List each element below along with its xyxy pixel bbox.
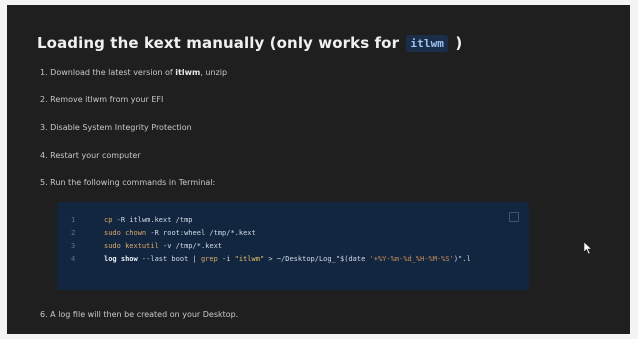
code-line: 3 sudo kextutil -v /tmp/*.kext <box>57 240 529 252</box>
code-args: -R root:wheel /tmp/*.kext <box>146 229 256 237</box>
step-1-bold: itlwm <box>175 68 201 77</box>
code-args: > ~/Desktop/Log_"$(date <box>264 255 370 263</box>
step-1-suffix: , unzip <box>200 68 228 77</box>
code-string: "itlwm" <box>234 255 265 263</box>
code-text: cp -R itlwm.kext /tmp <box>104 214 193 226</box>
step-5: 5. Run the following commands in Termina… <box>40 178 216 187</box>
code-string: '+%Y-%m-%d_%H-%M-%S' <box>369 255 454 263</box>
step-2: 2. Remove itlwm from your EFI <box>40 95 164 104</box>
line-number: 2 <box>71 229 76 237</box>
code-text: sudo kextutil -v /tmp/*.kext <box>104 240 222 252</box>
section-heading: Loading the kext manually (only works fo… <box>37 34 462 52</box>
code-command: sudo kextutil <box>104 242 159 250</box>
code-text: sudo chown -R root:wheel /tmp/*.kext <box>104 227 256 239</box>
heading-text: Loading the kext manually (only works fo… <box>37 34 400 52</box>
mouse-pointer-icon-svg <box>583 241 593 255</box>
step-6: 6. A log file will then be created on yo… <box>40 310 239 319</box>
step-3: 3. Disable System Integrity Protection <box>40 123 192 132</box>
code-command: log show <box>104 255 138 263</box>
document-panel: Loading the kext manually (only works fo… <box>7 5 630 334</box>
code-line: 1 cp -R itlwm.kext /tmp <box>57 214 529 226</box>
code-command: sudo chown <box>104 229 147 237</box>
code-text: log show --last boot | grep -i "itlwm" >… <box>104 253 471 265</box>
inline-code-itlwm: itlwm <box>406 35 449 52</box>
code-line: 4 log show --last boot | grep -i "itlwm"… <box>57 253 529 265</box>
code-args: )".l <box>453 255 471 263</box>
step-1: 1. Download the latest version of itlwm,… <box>40 68 227 77</box>
line-number: 4 <box>71 255 76 263</box>
line-number: 3 <box>71 242 76 250</box>
step-1-prefix: 1. Download the latest version of <box>40 68 176 77</box>
code-grep: grep <box>200 255 218 263</box>
heading-close-paren: ) <box>455 34 463 52</box>
step-4: 4. Restart your computer <box>40 151 141 160</box>
code-block[interactable]: 1 cp -R itlwm.kext /tmp 2 sudo chown -R … <box>57 202 529 290</box>
line-number: 1 <box>71 216 76 224</box>
code-args: -v /tmp/*.kext <box>158 242 223 250</box>
code-args: -R itlwm.kext /tmp <box>112 216 193 224</box>
code-args: --last boot | <box>137 255 201 263</box>
code-line: 2 sudo chown -R root:wheel /tmp/*.kext <box>57 227 529 239</box>
code-args: -i <box>217 255 235 263</box>
